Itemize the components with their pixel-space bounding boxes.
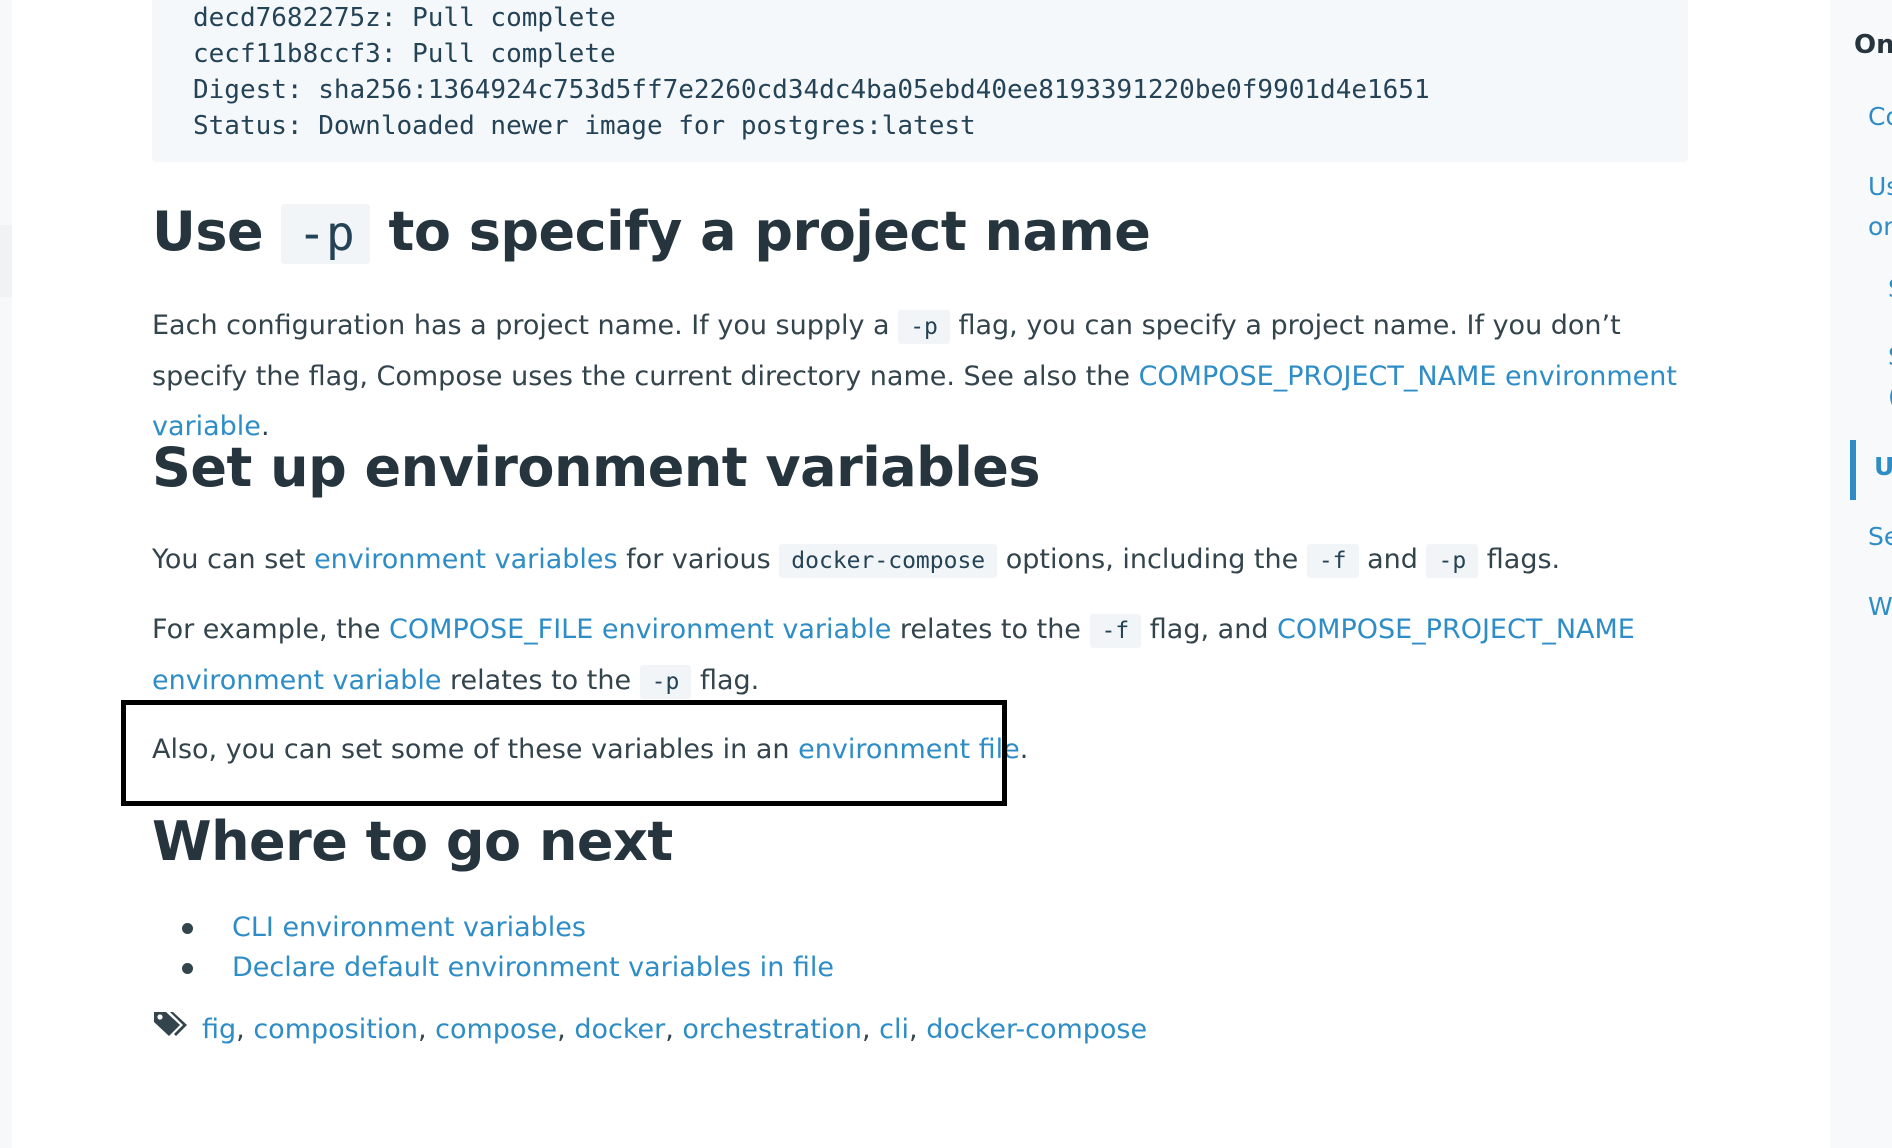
tag-link[interactable]: docker — [574, 1014, 665, 1045]
project-name-paragraph: Each configuration has a project name. I… — [152, 310, 1677, 442]
environment-variables-link[interactable]: environment variables — [314, 544, 618, 575]
compose-file-link[interactable]: COMPOSE_FILE environment variable — [389, 614, 891, 645]
toc-active-indicator — [1850, 440, 1856, 500]
toc-title: On — [1854, 30, 1892, 60]
toc-item[interactable]: or — [1868, 212, 1892, 241]
left-sidebar-edge — [0, 0, 12, 1148]
toc-item[interactable]: S — [1888, 274, 1892, 303]
toc-item[interactable]: W — [1868, 592, 1892, 621]
tags-row: fig, composition, compose, docker, orche… — [152, 1008, 1147, 1053]
inline-code-p: -p — [898, 310, 950, 344]
terminal-output-block: decd7682275z: Pull complete cecf11b8ccf3… — [152, 0, 1688, 162]
tag-link[interactable]: composition — [253, 1014, 418, 1045]
env-vars-paragraph-2: For example, the COMPOSE_FILE environmen… — [152, 605, 1688, 707]
default-env-file-link[interactable]: Declare default environment variables in… — [232, 952, 834, 983]
inline-code-docker-compose: docker-compose — [779, 544, 998, 578]
inline-code-p: -p — [639, 665, 692, 699]
list-item: Declare default environment variables in… — [182, 948, 834, 988]
toc-item[interactable]: Se — [1868, 522, 1892, 551]
code-line: decd7682275z: Pull complete — [193, 3, 616, 33]
next-links-list: CLI environment variables Declare defaul… — [152, 908, 834, 988]
bullet — [182, 923, 193, 934]
inline-code-f: -f — [1089, 614, 1142, 648]
tag-link[interactable]: docker-compose — [926, 1014, 1147, 1045]
inline-code-p: -p — [1426, 544, 1479, 578]
tag-link[interactable]: compose — [435, 1014, 557, 1045]
tag-link[interactable]: orchestration — [682, 1014, 862, 1045]
tag-link[interactable]: cli — [879, 1014, 909, 1045]
toc-clip: On Co Us or S S ( U Se W — [1830, 0, 1892, 1148]
toc-item[interactable]: Co — [1868, 102, 1892, 131]
code-line: Digest: sha256:1364924c753d5ff7e2260cd34… — [193, 75, 1430, 105]
code-line: cecf11b8ccf3: Pull complete — [193, 39, 616, 69]
toc-item-active[interactable]: U — [1874, 452, 1892, 481]
cli-env-vars-link[interactable]: CLI environment variables — [232, 912, 586, 943]
heading-where-next: Where to go next — [152, 810, 673, 873]
toc-item[interactable]: S — [1888, 342, 1892, 371]
env-vars-paragraph-1: You can set environment variables for va… — [152, 535, 1688, 586]
list-item: CLI environment variables — [182, 908, 834, 948]
heading-code-p: -p — [281, 204, 371, 264]
code-line: Status: Downloaded newer image for postg… — [193, 111, 976, 141]
heading-project-name: Use -p to specify a project name — [152, 200, 1151, 264]
sidebar-collapse-tab[interactable] — [0, 225, 12, 297]
tag-link[interactable]: fig — [202, 1014, 236, 1045]
highlight-box — [121, 700, 1007, 806]
bullet — [182, 963, 193, 974]
inline-code-f: -f — [1306, 544, 1359, 578]
toc-item[interactable]: ( — [1888, 382, 1892, 411]
toc-item[interactable]: Us — [1868, 172, 1892, 201]
heading-env-vars: Set up environment variables — [152, 436, 1041, 499]
tags-icon — [152, 1009, 190, 1053]
